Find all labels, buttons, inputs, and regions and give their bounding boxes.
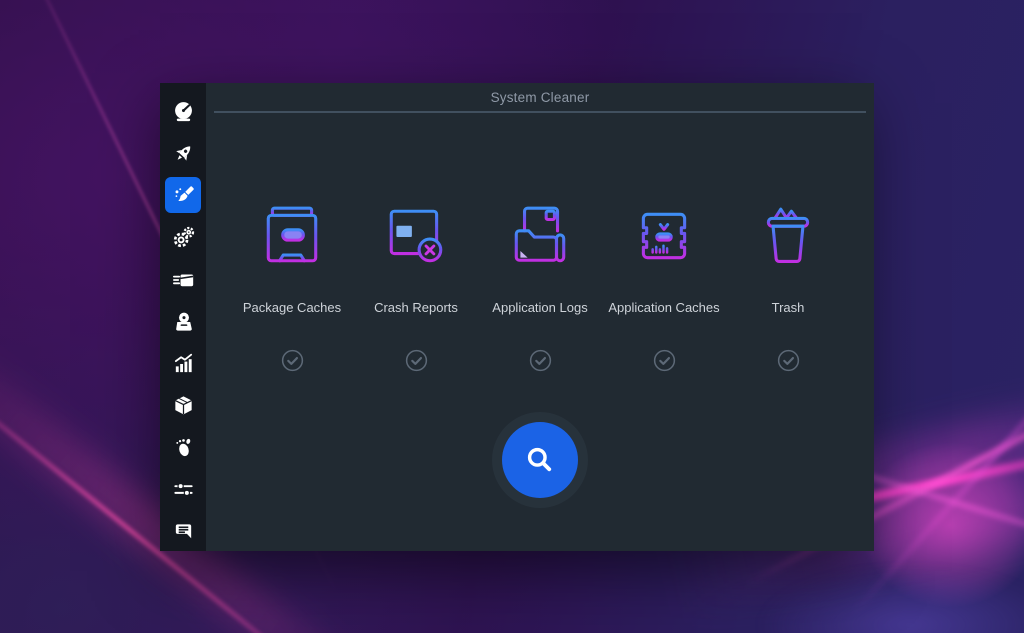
- application-logs-icon: [507, 203, 573, 269]
- sidebar-item-feedback[interactable]: [165, 513, 201, 549]
- category-application-caches: Application Caches: [602, 203, 726, 372]
- package-caches-icon: [259, 203, 325, 269]
- sidebar-item-processes[interactable]: [165, 261, 201, 297]
- check-circle-icon: [529, 349, 552, 372]
- sliders-icon: [172, 478, 195, 501]
- sidebar-item-resources[interactable]: [165, 345, 201, 381]
- category-checkbox[interactable]: [529, 349, 552, 372]
- clean-brush-icon: [172, 184, 195, 207]
- uninstaller-icon: [172, 310, 195, 333]
- check-circle-icon: [777, 349, 800, 372]
- trash-icon: [755, 203, 821, 269]
- wallpaper-glow: [700, 545, 1024, 633]
- sidebar-item-system-cleaner[interactable]: [165, 177, 201, 213]
- sidebar-item-packages[interactable]: [165, 387, 201, 423]
- rocket-icon: [172, 142, 195, 165]
- check-circle-icon: [281, 349, 304, 372]
- message-icon: [172, 520, 195, 543]
- package-box-icon: [172, 394, 195, 417]
- scan-button[interactable]: [502, 422, 578, 498]
- check-circle-icon: [405, 349, 428, 372]
- gnome-foot-icon: [172, 436, 195, 459]
- category-crash-reports: Crash Reports: [354, 203, 478, 372]
- page-header: System Cleaner: [214, 83, 866, 113]
- category-checkbox[interactable]: [653, 349, 676, 372]
- category-checkbox[interactable]: [281, 349, 304, 372]
- category-label: Package Caches: [243, 291, 341, 325]
- category-label: Application Logs: [492, 291, 587, 325]
- category-label: Trash: [772, 291, 805, 325]
- app-window: System Cleaner: [160, 83, 862, 551]
- search-icon: [525, 445, 555, 475]
- category-package-caches: Package Caches: [230, 203, 354, 372]
- processes-icon: [172, 268, 195, 291]
- sidebar-item-startup-apps[interactable]: [165, 135, 201, 171]
- sidebar-item-settings[interactable]: [165, 471, 201, 507]
- check-circle-icon: [653, 349, 676, 372]
- gears-icon: [172, 226, 195, 249]
- category-application-logs: Application Logs: [478, 203, 602, 372]
- crash-reports-icon: [383, 203, 449, 269]
- category-checkbox[interactable]: [405, 349, 428, 372]
- sidebar-item-dashboard[interactable]: [165, 93, 201, 129]
- category-label: Crash Reports: [374, 291, 458, 325]
- main-content: System Cleaner: [206, 83, 874, 551]
- sidebar-item-uninstaller[interactable]: [165, 303, 201, 339]
- wallpaper-streak: [851, 330, 1024, 616]
- application-caches-icon: [631, 203, 697, 269]
- page-title: System Cleaner: [491, 90, 590, 105]
- sidebar-item-gnome-settings[interactable]: [165, 429, 201, 465]
- scan-button-halo: [492, 412, 588, 508]
- category-label: Application Caches: [608, 291, 719, 325]
- category-checkbox[interactable]: [777, 349, 800, 372]
- category-trash: Trash: [726, 203, 850, 372]
- sidebar: [160, 83, 206, 551]
- resources-chart-icon: [172, 352, 195, 375]
- screen: System Cleaner: [0, 0, 1024, 633]
- sidebar-item-services[interactable]: [165, 219, 201, 255]
- scan-row: [206, 412, 874, 508]
- speedometer-icon: [172, 100, 195, 123]
- cleaner-categories: Package Caches: [206, 203, 874, 372]
